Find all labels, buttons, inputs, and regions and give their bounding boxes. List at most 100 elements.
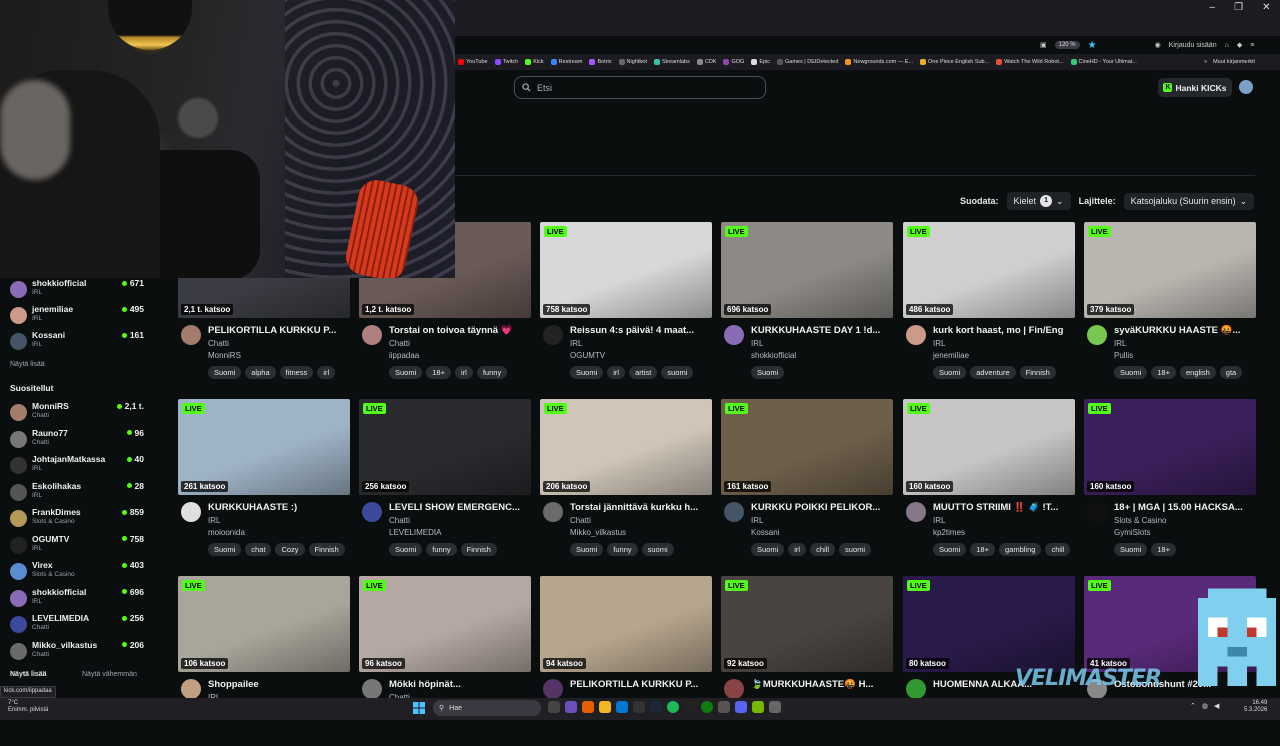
streamer-name[interactable]: kp2times [933,528,965,537]
sidebar-channel[interactable]: shokkiofficial IRL 671 [10,278,144,304]
bookmark-item[interactable]: Nightbot [618,59,647,65]
tag[interactable]: fitness [279,366,314,379]
sidebar-channel[interactable]: FrankDimes Slots & Casino 859 [10,507,144,533]
stream-thumbnail[interactable]: LIVE 106 katsoo [178,576,350,672]
stream-thumbnail[interactable]: LIVE 160 katsoo [903,399,1075,495]
tag[interactable]: irl [788,543,807,556]
stream-category[interactable]: IRL [751,339,763,348]
sidebar-channel[interactable]: MonniRS Chatti 2,1 t. [10,401,144,427]
spotify-icon[interactable] [667,701,679,713]
streamer-name[interactable]: GymiSlots [1114,528,1150,537]
steam-icon[interactable] [650,701,662,713]
tag[interactable]: 18+ [1151,366,1176,379]
chevron-up-icon[interactable]: ⌃ [1190,702,1196,710]
stream-title[interactable]: PELIKORTILLA KURKKU P... [208,325,350,336]
avatar[interactable] [543,502,563,522]
stream-title[interactable]: Shoppailee [208,679,350,690]
stream-thumbnail[interactable]: LIVE 486 katsoo [903,222,1075,318]
stream-card[interactable]: LIVE 160 katsoo 18+ | MGA | 15.00 HACKSA..… [1084,399,1256,569]
tag[interactable]: chill [810,543,836,556]
stream-title[interactable]: syväKURKKU HAASTE 🤬... [1114,325,1256,336]
stream-card[interactable]: LIVE 256 katsoo LEVELI SHOW EMERGENC... Cha… [359,399,531,569]
tag[interactable]: suomi [661,366,694,379]
bookmark-item[interactable]: Epic [751,59,770,65]
stream-card[interactable]: 94 katsoo PELIKORTILLA KURKKU P... [540,576,712,746]
sidebar-channel[interactable]: Mikko_vilkastus Chatti 206 [10,640,144,666]
tag[interactable]: gta [1219,366,1243,379]
stream-title[interactable]: KURKKUHAASTE :) [208,502,350,513]
reader-icon[interactable]: ▣ [1040,41,1047,49]
folder-icon[interactable] [599,701,611,713]
stream-category[interactable]: Chatti [570,516,591,525]
stream-category[interactable]: IRL [933,339,945,348]
stream-thumbnail[interactable]: LIVE 206 katsoo [540,399,712,495]
stream-thumbnail[interactable]: LIVE 160 katsoo [1084,399,1256,495]
tag[interactable]: Finnish [1019,366,1056,379]
sidebar-channel[interactable]: Kossani IRL 161 [10,330,144,356]
tag[interactable]: Suomi [933,366,967,379]
bookmarks-more[interactable]: » Muut kirjanmerkit [1200,54,1259,70]
zoom-level[interactable]: 120 % [1054,41,1080,49]
stream-category[interactable]: Slots & Casino [1114,516,1166,525]
stream-card[interactable]: LIVE 80 katsoo HUOMENNA ALKAA... [903,576,1075,746]
stream-title[interactable]: kurk kort haast, mo | Fin/Eng [933,325,1075,336]
sidebar-channel[interactable]: LEVELIMEDIA Chatti 256 [10,613,144,639]
stream-thumbnail[interactable]: LIVE 80 katsoo [903,576,1075,672]
streamer-name[interactable]: MonniRS [208,351,241,360]
stream-card[interactable]: LIVE 379 katsoo syväKURKKU HAASTE 🤬... IRL P… [1084,222,1256,392]
tag[interactable]: suomi [641,543,674,556]
tag[interactable]: Suomi [389,366,423,379]
tag[interactable]: Finnish [460,543,497,556]
bookmark-item[interactable]: Watch The Wild Robot... [996,59,1064,65]
bookmark-item[interactable]: Restream [550,59,582,65]
other-bookmarks-folder[interactable]: Muut kirjanmerkit [1213,59,1255,65]
restore-icon[interactable]: ❐ [1234,2,1243,13]
windows-start-icon[interactable] [413,702,425,714]
tag[interactable]: funny [426,543,457,556]
avatar[interactable] [181,325,201,345]
tag[interactable]: Suomi [208,366,242,379]
extension-icon[interactable]: ◆ [1237,41,1242,49]
avatar[interactable] [724,679,744,699]
sidebar-channel[interactable]: jenemiliae IRL 495 [10,304,144,330]
avatar[interactable] [906,679,926,699]
tag[interactable]: gambling [999,543,1042,556]
stream-card[interactable]: LIVE 161 katsoo KURKKU POIKKI PELIKOR... IR… [721,399,893,569]
bookmark-item[interactable]: Kick [525,59,544,65]
stream-card[interactable]: LIVE 486 katsoo kurk kort haast, mo | Fin/… [903,222,1075,392]
tag[interactable]: Suomi [570,543,604,556]
streamer-name[interactable]: Pullis [1114,351,1133,360]
app-icon[interactable] [565,701,577,713]
avatar[interactable] [724,325,744,345]
show-less-link[interactable]: Näytä vähemmän [82,671,137,678]
stream-category[interactable]: IRL [570,339,582,348]
close-icon[interactable]: ✕ [1262,2,1270,13]
taskbar-search[interactable]: ⚲ Hae [433,700,541,716]
stream-thumbnail[interactable]: LIVE 161 katsoo [721,399,893,495]
nvidia-icon[interactable] [752,701,764,713]
bookmark-item[interactable]: GOG [723,59,744,65]
avatar[interactable] [362,502,382,522]
minimize-icon[interactable]: – [1210,2,1216,13]
app-icon-2[interactable] [718,701,730,713]
tag[interactable]: Suomi [751,366,785,379]
bookmark-item[interactable]: Streamlabs [654,59,690,65]
account-icon[interactable]: ◉ [1155,41,1161,49]
stream-card[interactable]: LIVE106 katsooShoppaileeIRL [178,576,350,746]
tag[interactable]: Suomi [933,543,967,556]
streamer-name[interactable]: Kossani [751,528,779,537]
tag[interactable]: alpha [245,366,276,379]
tag[interactable]: Suomi [751,543,785,556]
xbox-icon[interactable] [701,701,713,713]
stream-title[interactable]: 18+ | MGA | 15.00 HACKSA... [1114,502,1256,513]
stream-card[interactable]: LIVE 92 katsoo 🍃MURKKUHAASTE🤬 H... [721,576,893,746]
avatar[interactable] [362,679,382,699]
stream-thumbnail[interactable]: LIVE 758 katsoo [540,222,712,318]
tag[interactable]: english [1180,366,1216,379]
sidebar-channel[interactable]: Rauno77 Chatti 96 [10,428,144,454]
weather-widget[interactable]: 7°C Enimm. pilvistä [8,700,48,714]
tag[interactable]: funny [476,366,508,379]
tag[interactable]: Finnish [308,543,345,556]
stream-category[interactable]: Chatti [389,516,410,525]
task-view-icon[interactable] [548,701,560,713]
